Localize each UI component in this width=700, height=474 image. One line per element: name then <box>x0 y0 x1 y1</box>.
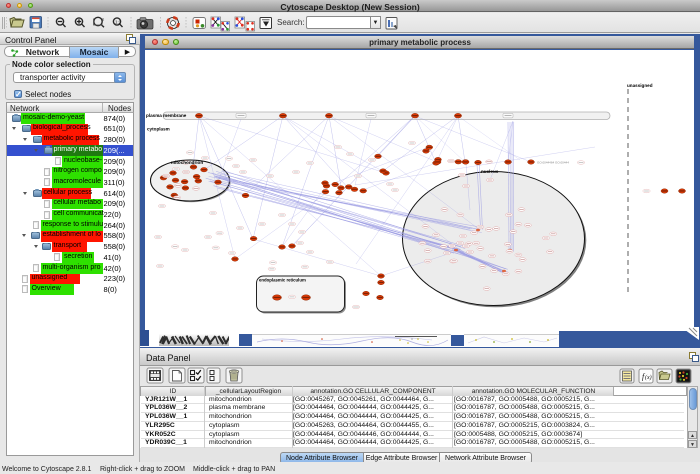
svg-text:plasma membrane: plasma membrane <box>146 113 187 118</box>
svg-text:nucleus: nucleus <box>481 169 499 174</box>
svg-text:endoplasmic reticulum: endoplasmic reticulum <box>259 278 306 283</box>
svg-text:unassigned: unassigned <box>627 83 653 88</box>
svg-text:mitochondrion: mitochondrion <box>171 160 203 165</box>
svg-text:1:1: 1:1 <box>115 20 122 25</box>
svg-text:GO:0044464 GO:00444: GO:0044464 GO:00444 <box>537 161 569 165</box>
svg-text:(x): (x) <box>645 374 652 381</box>
svg-text:cytoplasm: cytoplasm <box>147 127 170 132</box>
